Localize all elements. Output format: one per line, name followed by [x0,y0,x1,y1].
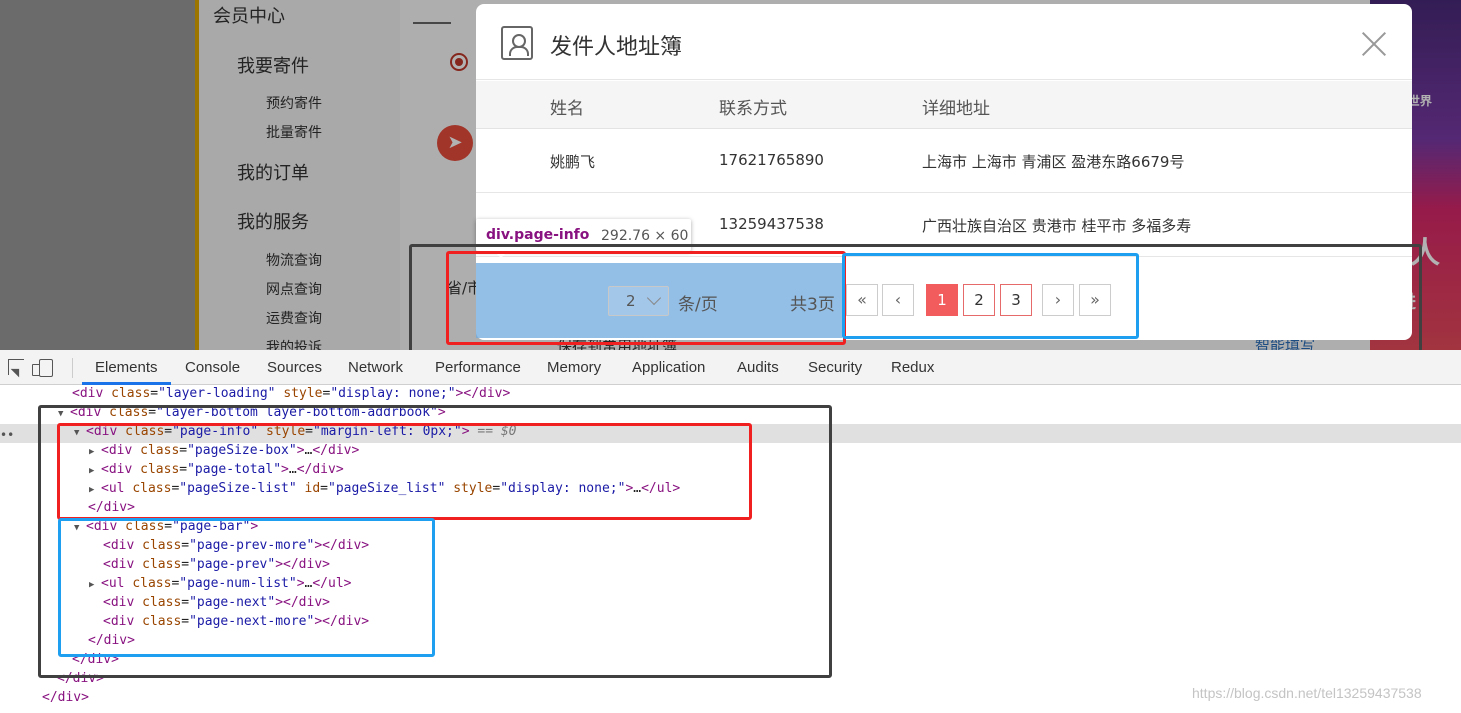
devtools-toolbar: Elements Console Sources Network Perform… [0,350,1461,385]
annotation-box-red [446,251,846,345]
tab-sources[interactable]: Sources [267,359,322,376]
annotation-box-red-code [57,423,752,520]
close-icon[interactable] [1360,30,1388,58]
cell-name: 姚鹏飞 [550,153,596,171]
table-row[interactable]: 姚鹏飞 17621765890 上海市 上海市 青浦区 盈港东路6679号 [476,129,1412,193]
tab-performance[interactable]: Performance [435,359,521,376]
tooltip-size: 292.76 × 60 [601,228,689,244]
tab-elements[interactable]: Elements [95,359,158,376]
watermark: https://blog.csdn.net/tel13259437538 [1192,685,1422,701]
device-toolbar-icon[interactable] [32,359,53,377]
cell-address: 广西壮族自治区 贵港市 桂平市 多福多寿 [922,217,1192,235]
col-address: 详细地址 [922,99,990,119]
modal-title: 发件人地址簿 [550,35,683,60]
tab-redux[interactable]: Redux [891,359,934,376]
table-header: 姓名 联系方式 详细地址 [476,81,1412,129]
tab-security[interactable]: Security [808,359,862,376]
annotation-box-blue-code [58,518,435,657]
dom-node[interactable]: <div class="layer-loading" style="displa… [0,386,1461,405]
col-name: 姓名 [550,99,584,119]
col-phone: 联系方式 [719,99,787,119]
annotation-box-blue [842,253,1139,339]
tab-application[interactable]: Application [632,359,705,376]
node-ellipsis: •• [0,428,15,442]
toolbar-divider [72,358,73,378]
addressbook-icon [501,26,533,60]
tab-audits[interactable]: Audits [737,359,779,376]
cell-address: 上海市 上海市 青浦区 盈港东路6679号 [922,153,1185,171]
inspect-element-icon[interactable] [8,359,24,375]
modal-header: 发件人地址簿 [476,4,1412,80]
tab-network[interactable]: Network [348,359,403,376]
tab-memory[interactable]: Memory [547,359,601,376]
cell-phone: 17621765890 [719,151,824,169]
tooltip-selector: div.page-info [486,227,590,243]
tab-console[interactable]: Console [185,359,240,376]
cell-phone: 13259437538 [719,215,824,233]
